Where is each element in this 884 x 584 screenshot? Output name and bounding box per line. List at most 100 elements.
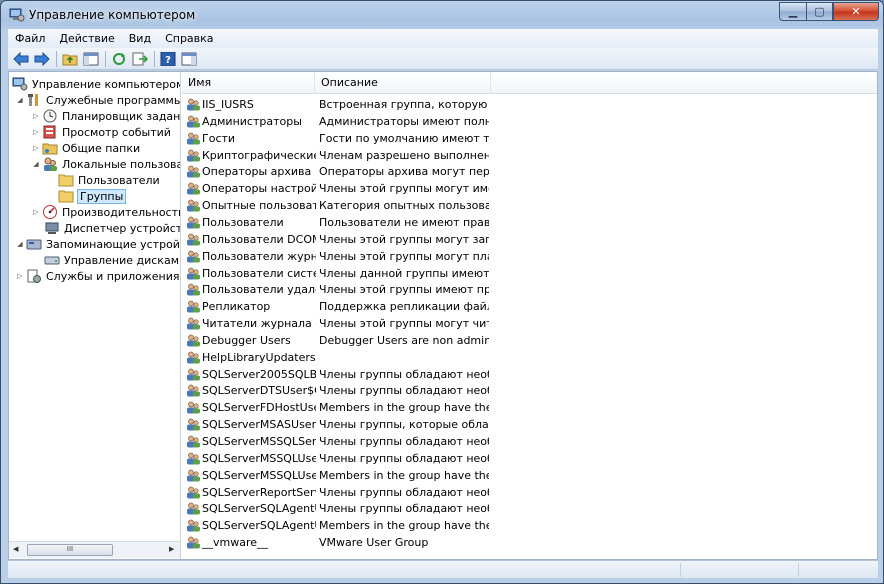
table-row[interactable]: Пользователи систе...Члены данной группы…: [182, 265, 877, 282]
table-row[interactable]: Пользователи журна...Члены этой группы м…: [182, 248, 877, 265]
expand-arrow-icon[interactable]: ▷: [31, 143, 41, 153]
title-bar[interactable]: Управление компьютером ▁ ▢ ✕: [1, 1, 883, 29]
window-title: Управление компьютером: [29, 8, 196, 22]
column-header-description[interactable]: Описание: [315, 72, 491, 94]
help-icon: ?: [160, 51, 176, 66]
table-row[interactable]: Читатели журнала с...Члены этой группы м…: [182, 315, 877, 332]
refresh-button[interactable]: [109, 50, 129, 68]
collapse-arrow-icon[interactable]: ◢: [15, 239, 25, 249]
export-list-button[interactable]: [130, 50, 150, 68]
show-hide-action-pane-button[interactable]: [179, 50, 199, 68]
scroll-left-icon[interactable]: ◀: [13, 545, 18, 553]
group-description: Члены группы обладают необх...: [319, 367, 489, 381]
group-description: Члены этой группы могут запус...: [319, 232, 489, 246]
table-row[interactable]: SQLServerMSSQLUser...Члены группы облада…: [182, 450, 877, 467]
tree-item-storage[interactable]: ◢ Запоминающие устройст: [15, 236, 181, 252]
group-icon: [187, 385, 200, 397]
group-name: SQLServerDTSUser$C...: [202, 384, 316, 398]
close-icon: ✕: [851, 5, 861, 18]
minimize-button[interactable]: ▁: [779, 2, 806, 21]
table-row[interactable]: SQLServer2005SQLBro...Члены группы облад…: [182, 366, 877, 383]
group-icon: [187, 283, 200, 296]
group-name: Гости: [202, 131, 236, 145]
menu-help[interactable]: Справка: [158, 32, 220, 45]
tree-item-label: Запоминающие устройст: [46, 237, 181, 251]
group-description: Операторы архива могут перек...: [319, 165, 489, 179]
help-button[interactable]: ?: [158, 50, 178, 68]
menu-file[interactable]: Файл: [8, 32, 52, 45]
tree-item-label: Производительность: [62, 205, 181, 219]
table-row[interactable]: SQLServerFDHostUser...Members in the gro…: [182, 399, 877, 416]
group-description: Debugger Users are non administr...: [319, 333, 489, 347]
group-icon: [187, 368, 200, 381]
tree-item-local-users-groups[interactable]: ◢ Локальные пользовате: [31, 156, 180, 172]
client-area: Управление компьютером (л ◢ Служебные пр…: [8, 71, 878, 560]
back-button[interactable]: [11, 50, 31, 68]
tree-item-disk-management[interactable]: Управление дисками: [43, 252, 180, 268]
collapse-arrow-icon[interactable]: ◢: [15, 95, 25, 105]
table-row[interactable]: Гости Гости по умолчанию имеют те ...: [182, 130, 877, 147]
tree-item-services-applications[interactable]: ▷ Службы и приложения: [15, 268, 180, 284]
table-row[interactable]: SQLServerSQLAgentU...Члены группы облада…: [182, 500, 877, 517]
group-name: Пользователи удале...: [202, 283, 316, 297]
table-row[interactable]: IIS_IUSRS Встроенная группа, которую ис..…: [182, 96, 877, 113]
collapse-arrow-icon[interactable]: ◢: [31, 159, 41, 169]
groups-list[interactable]: Имя Описание IIS_IUSRS Встроенная группа,…: [182, 72, 877, 559]
console-tree[interactable]: Управление компьютером (л ◢ Служебные пр…: [9, 72, 181, 559]
menu-view[interactable]: Вид: [122, 32, 158, 45]
group-description: Члены группы обладают необх...: [319, 435, 489, 448]
group-icon: [187, 334, 200, 347]
table-row[interactable]: Пользователи удале...Члены этой группы и…: [182, 281, 877, 298]
tree-item-computer-management[interactable]: Управление компьютером (л: [11, 76, 180, 92]
maximize-button[interactable]: ▢: [806, 2, 833, 21]
close-button[interactable]: ✕: [833, 2, 879, 21]
table-row[interactable]: Пользователи DCOM Члены этой группы могут…: [182, 231, 877, 248]
show-hide-console-tree-button[interactable]: [81, 50, 101, 68]
table-row[interactable]: SQLServerDTSUser$C...Члены группы облада…: [182, 382, 877, 399]
group-name-cell: IIS_IUSRS: [186, 98, 316, 111]
group-name-cell: SQLServerSQLAgentU...: [186, 519, 316, 532]
tree-item-system-tools[interactable]: ◢ Служебные программы: [15, 92, 180, 108]
tree-item-task-scheduler[interactable]: ▷ Планировщик заданий: [31, 108, 180, 124]
expand-arrow-icon[interactable]: ▷: [31, 127, 41, 137]
table-row[interactable]: Пользователи Пользователи не имеют прав н…: [182, 214, 877, 231]
table-row[interactable]: Операторы архива Операторы архива могут п…: [182, 163, 877, 180]
disk-icon: [44, 256, 60, 265]
expand-arrow-icon[interactable]: ▷: [31, 111, 41, 121]
status-segment: [680, 563, 681, 577]
tree-item-performance[interactable]: ▷ Производительность: [31, 204, 181, 220]
scroll-thumb[interactable]: III: [27, 544, 113, 556]
up-level-button[interactable]: [60, 50, 80, 68]
group-name-cell: SQLServerMSSQLUser...: [186, 469, 316, 482]
tree-item-event-viewer[interactable]: ▷ Просмотр событий: [31, 124, 172, 140]
tree-item-device-manager[interactable]: Диспетчер устройств: [43, 220, 180, 236]
table-row[interactable]: Опытные пользовате...Категория опытных п…: [182, 197, 877, 214]
table-row[interactable]: HelpLibraryUpdaters: [182, 349, 877, 366]
tree-horizontal-scrollbar[interactable]: ◀ III ▶: [9, 541, 180, 558]
maximize-icon: ▢: [814, 5, 825, 18]
table-row[interactable]: Debugger Users Debugger Users are non adm…: [182, 332, 877, 349]
group-name-cell: SQLServerMSASUser$...: [186, 418, 316, 431]
table-row[interactable]: __vmware__ VMware User Group: [182, 534, 877, 551]
table-row[interactable]: SQLServerMSSQLServ...Члены группы облада…: [182, 433, 877, 450]
group-name: HelpLibraryUpdaters: [202, 350, 316, 364]
scroll-right-icon[interactable]: ▶: [169, 545, 174, 553]
tree-item-shared-folders[interactable]: ▷ Общие папки: [31, 140, 141, 156]
table-row[interactable]: Операторы настройк...Члены этой группы м…: [182, 180, 877, 197]
table-row[interactable]: Криптографические ...Членам разрешено вы…: [182, 147, 877, 164]
tree-item-label: Пользователи: [78, 173, 160, 187]
expand-arrow-icon[interactable]: ▷: [15, 271, 25, 281]
table-row[interactable]: SQLServerMSASUser$...Члены группы, котор…: [182, 416, 877, 433]
tree-item-groups[interactable]: Группы: [57, 188, 127, 204]
expand-arrow-icon[interactable]: ▷: [31, 207, 41, 217]
caption-buttons: ▁ ▢ ✕: [779, 2, 879, 21]
table-row[interactable]: SQLServerSQLAgentU...Members in the grou…: [182, 517, 877, 534]
tree-item-users[interactable]: Пользователи: [57, 172, 161, 188]
table-row[interactable]: SQLServerMSSQLUser...Members in the grou…: [182, 467, 877, 484]
table-row[interactable]: Администраторы Администраторы имеют полны…: [182, 113, 877, 130]
table-row[interactable]: SQLServerReportServe...Члены группы обла…: [182, 484, 877, 501]
column-header-name[interactable]: Имя: [182, 72, 315, 94]
menu-action[interactable]: Действие: [52, 32, 121, 45]
table-row[interactable]: Репликатор Поддержка репликации файлов...: [182, 298, 877, 315]
forward-button[interactable]: [32, 50, 52, 68]
